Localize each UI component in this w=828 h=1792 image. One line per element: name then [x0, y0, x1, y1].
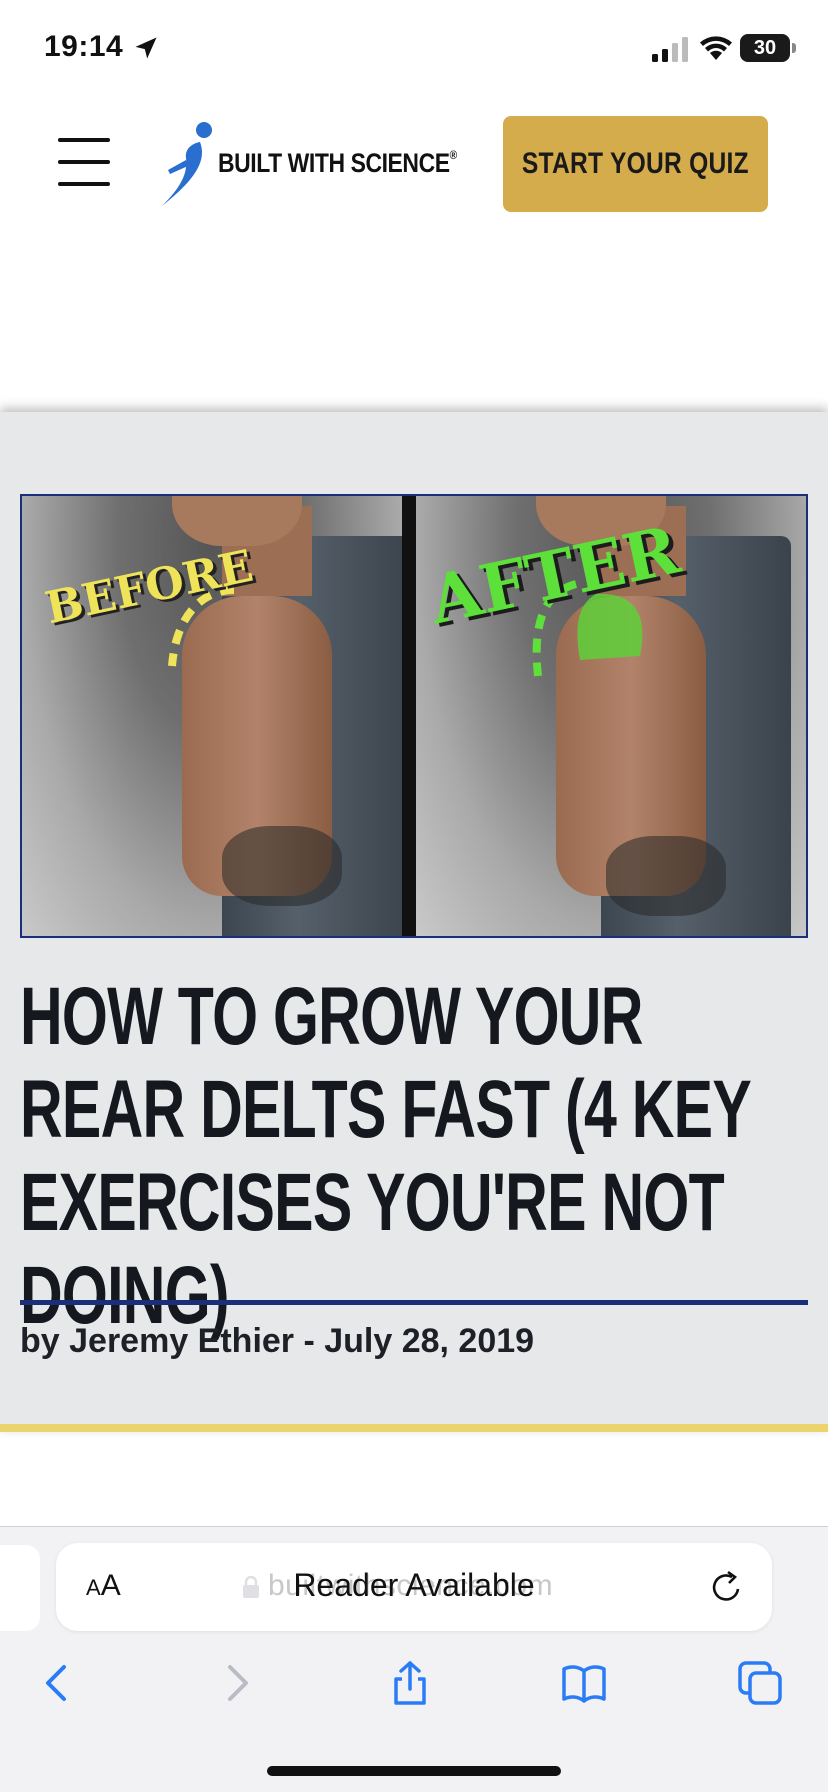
chevron-right-icon [228, 1665, 248, 1701]
book-icon [562, 1665, 606, 1703]
site-logo[interactable]: BUILT WITH SCIENCE® [160, 118, 457, 210]
menu-hamburger-icon[interactable] [58, 138, 110, 188]
hero-image: BEFORE AFTER [20, 494, 808, 938]
share-icon [394, 1661, 426, 1705]
title-divider [20, 1300, 808, 1305]
runner-logo-icon [162, 122, 212, 206]
status-time: 19:14 [44, 30, 124, 63]
reload-icon[interactable] [710, 1569, 744, 1605]
home-indicator [267, 1766, 561, 1776]
battery-indicator: 30 [740, 34, 796, 62]
article-header-card: BEFORE AFTER HOW TO GROW YOUR REAR DELTS… [0, 412, 828, 1432]
article-byline: by Jeremy Ethier - July 28, 2019 [20, 1322, 535, 1360]
bookmarks-button[interactable] [554, 1653, 614, 1713]
browser-toolbar: AA builtwithscience.com Reader Available [0, 1526, 828, 1792]
card-accent-bar [0, 1424, 828, 1432]
article-title: HOW TO GROW YOUR REAR DELTS FAST (4 KEY … [20, 971, 751, 1341]
chevron-left-icon [46, 1665, 66, 1701]
share-button[interactable] [380, 1653, 440, 1713]
tabs-icon [738, 1661, 782, 1705]
site-header: BUILT WITH SCIENCE® START YOUR QUIZ [0, 100, 828, 230]
start-quiz-button[interactable]: START YOUR QUIZ [503, 116, 768, 212]
cellular-signal-icon [652, 37, 688, 62]
tabs-button[interactable] [730, 1653, 790, 1713]
wifi-icon [700, 36, 732, 60]
after-photo: AFTER [416, 496, 806, 936]
before-photo: BEFORE [22, 496, 402, 936]
reader-available-label[interactable]: Reader Available [56, 1567, 772, 1604]
forward-button[interactable] [206, 1653, 266, 1713]
logo-wordmark: BUILT WITH SCIENCE® [218, 148, 457, 178]
location-arrow-icon [135, 37, 157, 59]
address-bar[interactable]: AA builtwithscience.com Reader Available [56, 1543, 772, 1631]
browser-nav-row [0, 1653, 828, 1723]
previous-tab-stub[interactable] [0, 1545, 40, 1631]
hero-divider [402, 496, 416, 936]
status-bar: 19:14 30 [0, 0, 828, 100]
back-button[interactable] [28, 1653, 88, 1713]
